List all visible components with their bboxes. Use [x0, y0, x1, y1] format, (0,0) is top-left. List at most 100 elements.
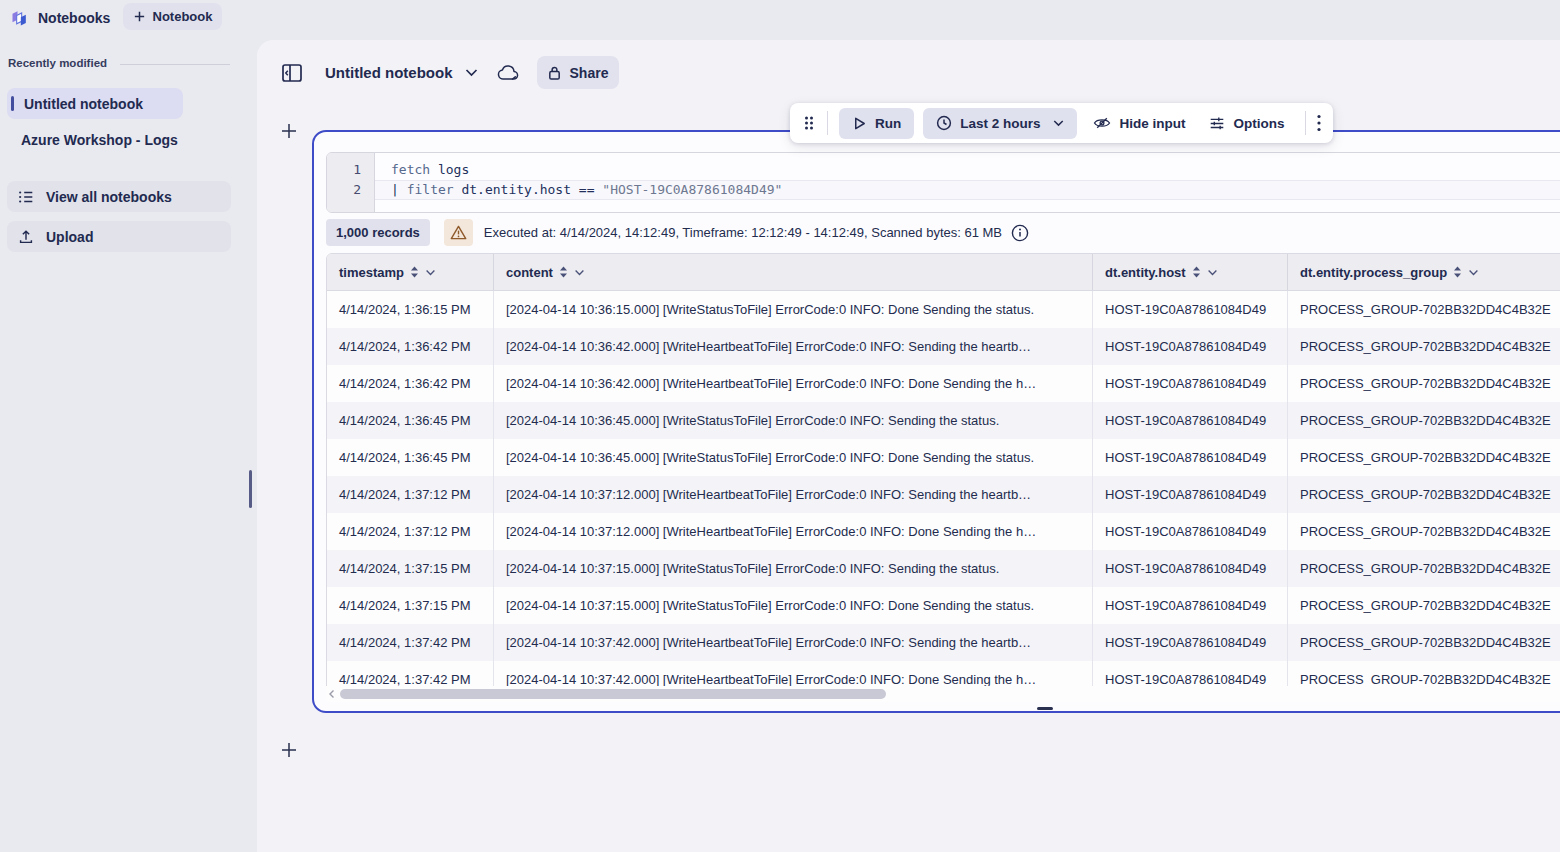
- add-cell-button[interactable]: [281, 742, 297, 758]
- cell-dt.entity.process_group: PROCESS_GROUP-702BB32DD4C4B32E: [1288, 291, 1560, 328]
- execution-summary: Executed at: 4/14/2024, 14:12:49, Timefr…: [484, 225, 1002, 240]
- cell-content: [2024-04-14 10:36:45.000] [WriteStatusTo…: [494, 439, 1093, 476]
- cell-dt.entity.host: HOST-19C0A87861084D49: [1093, 624, 1288, 661]
- warning-badge[interactable]: [444, 219, 473, 246]
- cell-content: [2024-04-14 10:36:15.000] [WriteStatusTo…: [494, 291, 1093, 328]
- sidebar: Notebooks Notebook Recently modified Unt…: [0, 0, 257, 852]
- more-options-icon[interactable]: [1317, 114, 1321, 132]
- table-row[interactable]: 4/14/2024, 1:37:15 PM[2024-04-14 10:37:1…: [327, 550, 1560, 587]
- cloud-sync-icon: [497, 64, 521, 82]
- chevron-down-icon[interactable]: [465, 68, 478, 77]
- divider: [1305, 111, 1306, 135]
- sort-icon[interactable]: [559, 266, 568, 278]
- upload-icon: [17, 228, 35, 246]
- options-button[interactable]: Options: [1199, 114, 1294, 132]
- horizontal-scrollbar[interactable]: [326, 686, 1560, 702]
- cell-dt.entity.process_group: PROCESS_GROUP-702BB32DD4C4B32E: [1288, 402, 1560, 439]
- table-header: timestampcontentdt.entity.hostdt.entity.…: [327, 254, 1560, 291]
- collapse-sidebar-icon[interactable]: [281, 62, 303, 84]
- table-row[interactable]: 4/14/2024, 1:36:45 PM[2024-04-14 10:36:4…: [327, 439, 1560, 476]
- table-body: 4/14/2024, 1:36:15 PM[2024-04-14 10:36:1…: [327, 291, 1560, 698]
- table-row[interactable]: 4/14/2024, 1:36:45 PM[2024-04-14 10:36:4…: [327, 402, 1560, 439]
- sort-icon[interactable]: [1192, 266, 1201, 278]
- cell-timestamp: 4/14/2024, 1:36:45 PM: [327, 439, 494, 476]
- sliders-icon: [1208, 114, 1226, 132]
- sort-icon[interactable]: [410, 266, 419, 278]
- chevron-down-icon[interactable]: [574, 269, 585, 276]
- cell-dt.entity.process_group: PROCESS_GROUP-702BB32DD4C4B32E: [1288, 550, 1560, 587]
- app: Notebooks Notebook Recently modified Unt…: [0, 0, 1560, 852]
- scrollbar-thumb[interactable]: [340, 689, 886, 699]
- share-button[interactable]: Share: [537, 56, 619, 89]
- play-icon: [852, 116, 867, 131]
- app-title: Notebooks: [38, 10, 110, 26]
- view-all-notebooks-button[interactable]: View all notebooks: [7, 181, 231, 212]
- sort-icon[interactable]: [1453, 266, 1462, 278]
- table-row[interactable]: 4/14/2024, 1:37:12 PM[2024-04-14 10:37:1…: [327, 476, 1560, 513]
- cell-timestamp: 4/14/2024, 1:37:12 PM: [327, 476, 494, 513]
- column-header-content[interactable]: content: [494, 254, 1093, 290]
- drag-handle-icon[interactable]: [802, 114, 816, 132]
- cell-dt.entity.process_group: PROCESS_GROUP-702BB32DD4C4B32E: [1288, 587, 1560, 624]
- table-row[interactable]: 4/14/2024, 1:37:15 PM[2024-04-14 10:37:1…: [327, 587, 1560, 624]
- hide-input-button[interactable]: Hide input: [1083, 113, 1195, 133]
- cell-content: [2024-04-14 10:37:15.000] [WriteStatusTo…: [494, 550, 1093, 587]
- chevron-down-icon[interactable]: [425, 269, 436, 276]
- table-row[interactable]: 4/14/2024, 1:36:42 PM[2024-04-14 10:36:4…: [327, 328, 1560, 365]
- column-header-timestamp[interactable]: timestamp: [327, 254, 494, 290]
- cell-dt.entity.host: HOST-19C0A87861084D49: [1093, 550, 1288, 587]
- column-header-dt.entity.host[interactable]: dt.entity.host: [1093, 254, 1288, 290]
- cell-dt.entity.host: HOST-19C0A87861084D49: [1093, 513, 1288, 550]
- cell-content: [2024-04-14 10:37:12.000] [WriteHeartbea…: [494, 513, 1093, 550]
- cell-timestamp: 4/14/2024, 1:37:15 PM: [327, 550, 494, 587]
- scroll-left-icon[interactable]: [328, 689, 336, 699]
- line-numbers: 1 2: [327, 153, 375, 212]
- column-header-dt.entity.process_group[interactable]: dt.entity.process_group: [1288, 254, 1560, 290]
- cell-resize-handle[interactable]: [1037, 707, 1053, 710]
- cell-dt.entity.host: HOST-19C0A87861084D49: [1093, 476, 1288, 513]
- divider: [827, 111, 828, 135]
- table-row[interactable]: 4/14/2024, 1:36:15 PM[2024-04-14 10:36:1…: [327, 291, 1560, 328]
- table-row[interactable]: 4/14/2024, 1:37:12 PM[2024-04-14 10:37:1…: [327, 513, 1560, 550]
- sidebar-item-untitled-notebook[interactable]: Untitled notebook: [7, 88, 183, 119]
- info-icon[interactable]: [1011, 224, 1029, 242]
- cell-timestamp: 4/14/2024, 1:37:15 PM: [327, 587, 494, 624]
- add-cell-button[interactable]: [281, 123, 297, 139]
- divider: [120, 64, 230, 65]
- notebook-title[interactable]: Untitled notebook: [325, 64, 453, 81]
- dql-query[interactable]: fetch logs | filter dt.entity.host == "H…: [375, 153, 1560, 212]
- chevron-down-icon[interactable]: [1207, 269, 1218, 276]
- notebook-cell[interactable]: 1 2 fetch logs | filter dt.entity.host =…: [312, 130, 1560, 713]
- results-table: timestampcontentdt.entity.hostdt.entity.…: [326, 253, 1560, 700]
- new-notebook-button[interactable]: Notebook: [123, 3, 222, 30]
- cell-dt.entity.host: HOST-19C0A87861084D49: [1093, 328, 1288, 365]
- run-button[interactable]: Run: [839, 108, 914, 139]
- warning-icon: [450, 225, 467, 240]
- lock-icon: [547, 65, 562, 81]
- table-row[interactable]: 4/14/2024, 1:37:42 PM[2024-04-14 10:37:4…: [327, 624, 1560, 661]
- cell-content: [2024-04-14 10:37:42.000] [WriteHeartbea…: [494, 624, 1093, 661]
- timeframe-selector[interactable]: Last 2 hours: [923, 108, 1076, 139]
- chevron-down-icon: [1053, 119, 1064, 127]
- sidebar-resize-handle[interactable]: [249, 470, 252, 508]
- sidebar-item-azure-workshop-logs[interactable]: Azure Workshop - Logs: [21, 132, 178, 148]
- cell-content: [2024-04-14 10:36:45.000] [WriteStatusTo…: [494, 402, 1093, 439]
- table-row[interactable]: 4/14/2024, 1:36:42 PM[2024-04-14 10:36:4…: [327, 365, 1560, 402]
- chevron-down-icon[interactable]: [1468, 269, 1479, 276]
- cell-dt.entity.host: HOST-19C0A87861084D49: [1093, 291, 1288, 328]
- cell-dt.entity.host: HOST-19C0A87861084D49: [1093, 365, 1288, 402]
- dql-editor[interactable]: 1 2 fetch logs | filter dt.entity.host =…: [326, 152, 1560, 213]
- cell-toolbar: Run Last 2 hours Hide input: [790, 103, 1333, 143]
- notebook-header: Untitled notebook Share: [281, 56, 619, 89]
- cell-content: [2024-04-14 10:37:12.000] [WriteHeartbea…: [494, 476, 1093, 513]
- selected-indicator: [11, 96, 14, 111]
- cell-dt.entity.host: HOST-19C0A87861084D49: [1093, 402, 1288, 439]
- cell-dt.entity.process_group: PROCESS_GROUP-702BB32DD4C4B32E: [1288, 328, 1560, 365]
- cell-content: [2024-04-14 10:37:15.000] [WriteStatusTo…: [494, 587, 1093, 624]
- cell-dt.entity.process_group: PROCESS_GROUP-702BB32DD4C4B32E: [1288, 513, 1560, 550]
- results-bar: 1,000 records Executed at: 4/14/2024, 14…: [326, 219, 1029, 246]
- upload-button[interactable]: Upload: [7, 221, 231, 252]
- cell-timestamp: 4/14/2024, 1:37:12 PM: [327, 513, 494, 550]
- cell-timestamp: 4/14/2024, 1:36:15 PM: [327, 291, 494, 328]
- cell-dt.entity.process_group: PROCESS_GROUP-702BB32DD4C4B32E: [1288, 365, 1560, 402]
